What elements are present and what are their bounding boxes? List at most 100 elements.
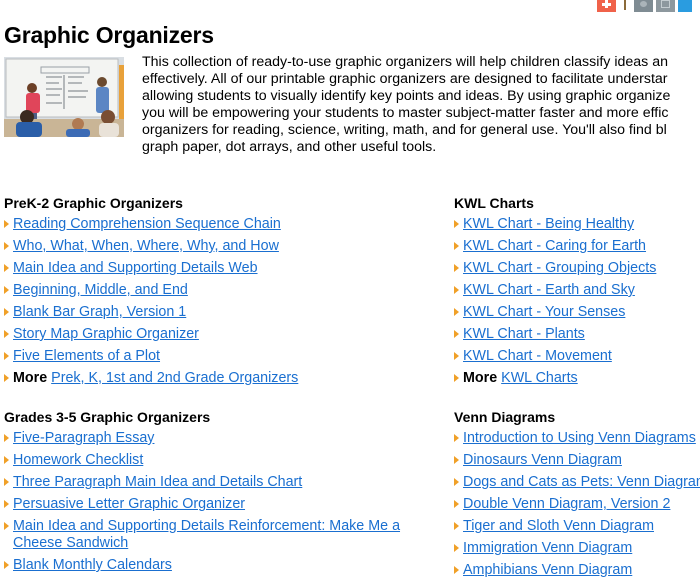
kwl-link[interactable]: KWL Chart - Movement <box>463 348 612 364</box>
section-kwl: KWL Charts KWL Chart - Being Healthy KWL… <box>454 195 700 392</box>
organizer-link[interactable]: Three Paragraph Main Idea and Details Ch… <box>13 474 302 490</box>
list-item: Reading Comprehension Sequence Chain <box>4 216 444 233</box>
more-label: More <box>463 370 498 386</box>
print-icon[interactable] <box>634 0 653 12</box>
link-list: Introduction to Using Venn Diagrams Dino… <box>454 430 700 579</box>
bullet-arrow-icon <box>454 352 459 360</box>
list-item: Beginning, Middle, and End <box>4 282 444 299</box>
more-link[interactable]: KWL Charts <box>501 370 578 386</box>
organizer-link[interactable]: Main Idea and Supporting Details Reinfor… <box>13 518 400 551</box>
venn-link[interactable]: Immigration Venn Diagram <box>463 540 632 556</box>
link-list: Reading Comprehension Sequence Chain Who… <box>4 216 444 387</box>
organizer-link[interactable]: Blank Monthly Calendars <box>13 557 172 573</box>
page-title: Graphic Organizers <box>4 22 214 48</box>
list-item: Homework Checklist <box>4 452 444 469</box>
section-title: Grades 3-5 Graphic Organizers <box>4 409 211 425</box>
list-item: Story Map Graphic Organizer <box>4 326 444 343</box>
bullet-arrow-icon <box>4 308 9 316</box>
more-item: More KWL Charts <box>454 370 700 387</box>
list-item: Three Paragraph Main Idea and Details Ch… <box>4 474 444 491</box>
bullet-arrow-icon <box>4 220 9 228</box>
venn-link[interactable]: Introduction to Using Venn Diagrams <box>463 430 696 446</box>
bullet-arrow-icon <box>454 544 459 552</box>
list-item: KWL Chart - Plants <box>454 326 700 343</box>
bullet-arrow-icon <box>4 522 9 530</box>
section-prek2: PreK-2 Graphic Organizers Reading Compre… <box>4 195 444 392</box>
bullet-arrow-icon <box>454 456 459 464</box>
kwl-link[interactable]: KWL Chart - Being Healthy <box>463 216 634 232</box>
organizer-link[interactable]: Reading Comprehension Sequence Chain <box>13 216 281 232</box>
organizer-link[interactable]: Persuasive Letter Graphic Organizer <box>13 496 245 512</box>
section-title: Venn Diagrams <box>454 409 556 425</box>
bullet-arrow-icon <box>454 286 459 294</box>
add-share-icon[interactable] <box>597 0 616 12</box>
twitter-icon[interactable] <box>678 0 692 12</box>
kwl-link[interactable]: KWL Chart - Plants <box>463 326 585 342</box>
organizer-link[interactable]: Blank Bar Graph, Version 1 <box>13 304 186 320</box>
bullet-arrow-icon <box>4 500 9 508</box>
organizer-link[interactable]: Beginning, Middle, and End <box>13 282 188 298</box>
organizer-link[interactable]: Five-Paragraph Essay <box>13 430 154 446</box>
list-item: Five Elements of a Plot <box>4 348 444 365</box>
list-item: KWL Chart - Being Healthy <box>454 216 700 233</box>
bullet-arrow-icon <box>454 434 459 442</box>
bullet-arrow-icon <box>454 566 459 574</box>
list-item: Dogs and Cats as Pets: Venn Diagram <box>454 474 700 491</box>
list-item: KWL Chart - Earth and Sky <box>454 282 700 299</box>
list-item: KWL Chart - Your Senses <box>454 304 700 321</box>
classroom-image <box>4 57 124 137</box>
kwl-link[interactable]: KWL Chart - Earth and Sky <box>463 282 635 298</box>
link-list: KWL Chart - Being Healthy KWL Chart - Ca… <box>454 216 700 387</box>
bullet-arrow-icon <box>454 308 459 316</box>
organizer-link[interactable]: Main Idea and Supporting Details Web <box>13 260 258 276</box>
list-item: Five-Paragraph Essay <box>4 430 444 447</box>
intro-line: allowing students to visually identify k… <box>142 88 671 104</box>
bullet-arrow-icon <box>454 500 459 508</box>
classroom-photo <box>4 57 124 137</box>
bullet-arrow-icon <box>454 330 459 338</box>
venn-link[interactable]: Amphibians Venn Diagram <box>463 562 632 578</box>
list-item: KWL Chart - Grouping Objects <box>454 260 700 277</box>
bullet-arrow-icon <box>4 242 9 250</box>
bullet-arrow-icon <box>454 374 459 382</box>
list-item: Tiger and Sloth Venn Diagram <box>454 518 700 535</box>
intro-line: you will be empowering your students to … <box>142 105 669 121</box>
list-item: Introduction to Using Venn Diagrams <box>454 430 700 447</box>
list-item: Immigration Venn Diagram <box>454 540 700 557</box>
bullet-arrow-icon <box>4 434 9 442</box>
list-item: KWL Chart - Caring for Earth <box>454 238 700 255</box>
kwl-link[interactable]: KWL Chart - Caring for Earth <box>463 238 646 254</box>
intro-paragraph: This collection of ready-to-use graphic … <box>142 54 700 156</box>
intro-line: organizers for reading, science, writing… <box>142 122 667 138</box>
email-icon[interactable] <box>656 0 675 12</box>
venn-link[interactable]: Tiger and Sloth Venn Diagram <box>463 518 654 534</box>
link-list: Five-Paragraph Essay Homework Checklist … <box>4 430 444 574</box>
list-item: Dinosaurs Venn Diagram <box>454 452 700 469</box>
organizer-link[interactable]: Homework Checklist <box>13 452 143 468</box>
more-link[interactable]: Prek, K, 1st and 2nd Grade Organizers <box>51 370 298 386</box>
kwl-link[interactable]: KWL Chart - Your Senses <box>463 304 625 320</box>
section-grades35: Grades 3-5 Graphic Organizers Five-Parag… <box>4 409 444 579</box>
more-item: More Prek, K, 1st and 2nd Grade Organize… <box>4 370 444 387</box>
organizer-link[interactable]: Story Map Graphic Organizer <box>13 326 199 342</box>
bullet-arrow-icon <box>454 478 459 486</box>
organizer-link[interactable]: Five Elements of a Plot <box>13 348 160 364</box>
more-label: More <box>13 370 48 386</box>
intro-line: This collection of ready-to-use graphic … <box>142 54 668 70</box>
kwl-link[interactable]: KWL Chart - Grouping Objects <box>463 260 656 276</box>
organizer-link[interactable]: Who, What, When, Where, Why, and How <box>13 238 279 254</box>
intro-line: effectively. All of our printable graphi… <box>142 71 668 87</box>
list-item: Blank Monthly Calendars <box>4 557 444 574</box>
venn-link[interactable]: Dogs and Cats as Pets: Venn Diagram <box>463 474 700 490</box>
bullet-arrow-icon <box>4 374 9 382</box>
list-item: Double Venn Diagram, Version 2 <box>454 496 700 513</box>
venn-link[interactable]: Double Venn Diagram, Version 2 <box>463 496 670 512</box>
list-item: KWL Chart - Movement <box>454 348 700 365</box>
list-item: Main Idea and Supporting Details Web <box>4 260 444 277</box>
bullet-arrow-icon <box>4 561 9 569</box>
bullet-arrow-icon <box>4 352 9 360</box>
venn-link[interactable]: Dinosaurs Venn Diagram <box>463 452 622 468</box>
share-divider <box>624 0 626 10</box>
list-item: Main Idea and Supporting Details Reinfor… <box>4 518 433 552</box>
list-item: Who, What, When, Where, Why, and How <box>4 238 444 255</box>
